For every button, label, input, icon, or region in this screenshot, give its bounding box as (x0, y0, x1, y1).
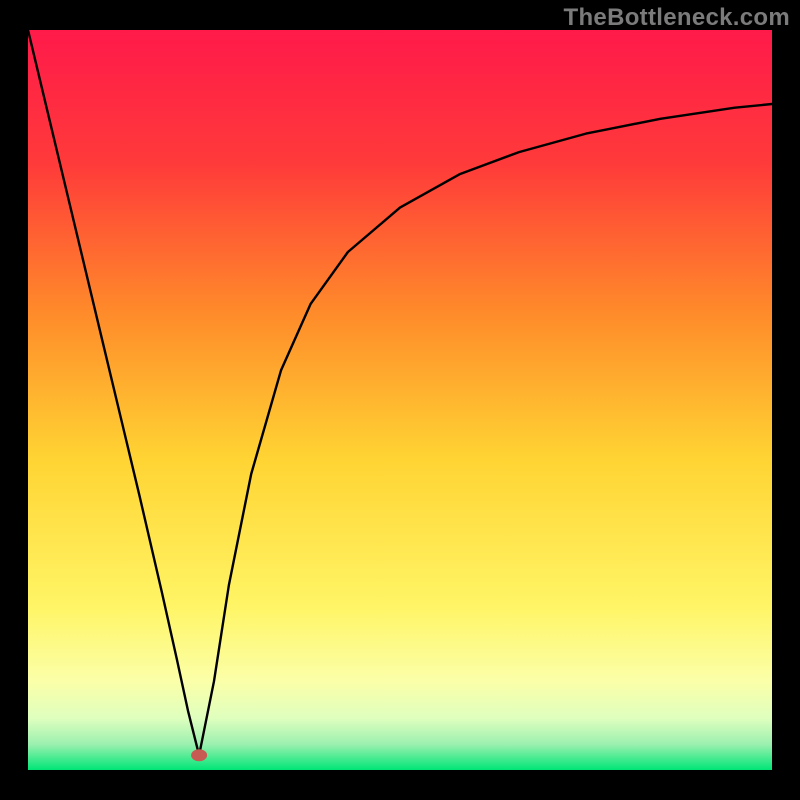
chart-container: TheBottleneck.com (0, 0, 800, 800)
chart-svg (28, 30, 772, 770)
watermark-text: TheBottleneck.com (564, 4, 790, 32)
min-marker-dot (191, 749, 207, 761)
plot-area (28, 30, 772, 770)
gradient-background (28, 30, 772, 770)
